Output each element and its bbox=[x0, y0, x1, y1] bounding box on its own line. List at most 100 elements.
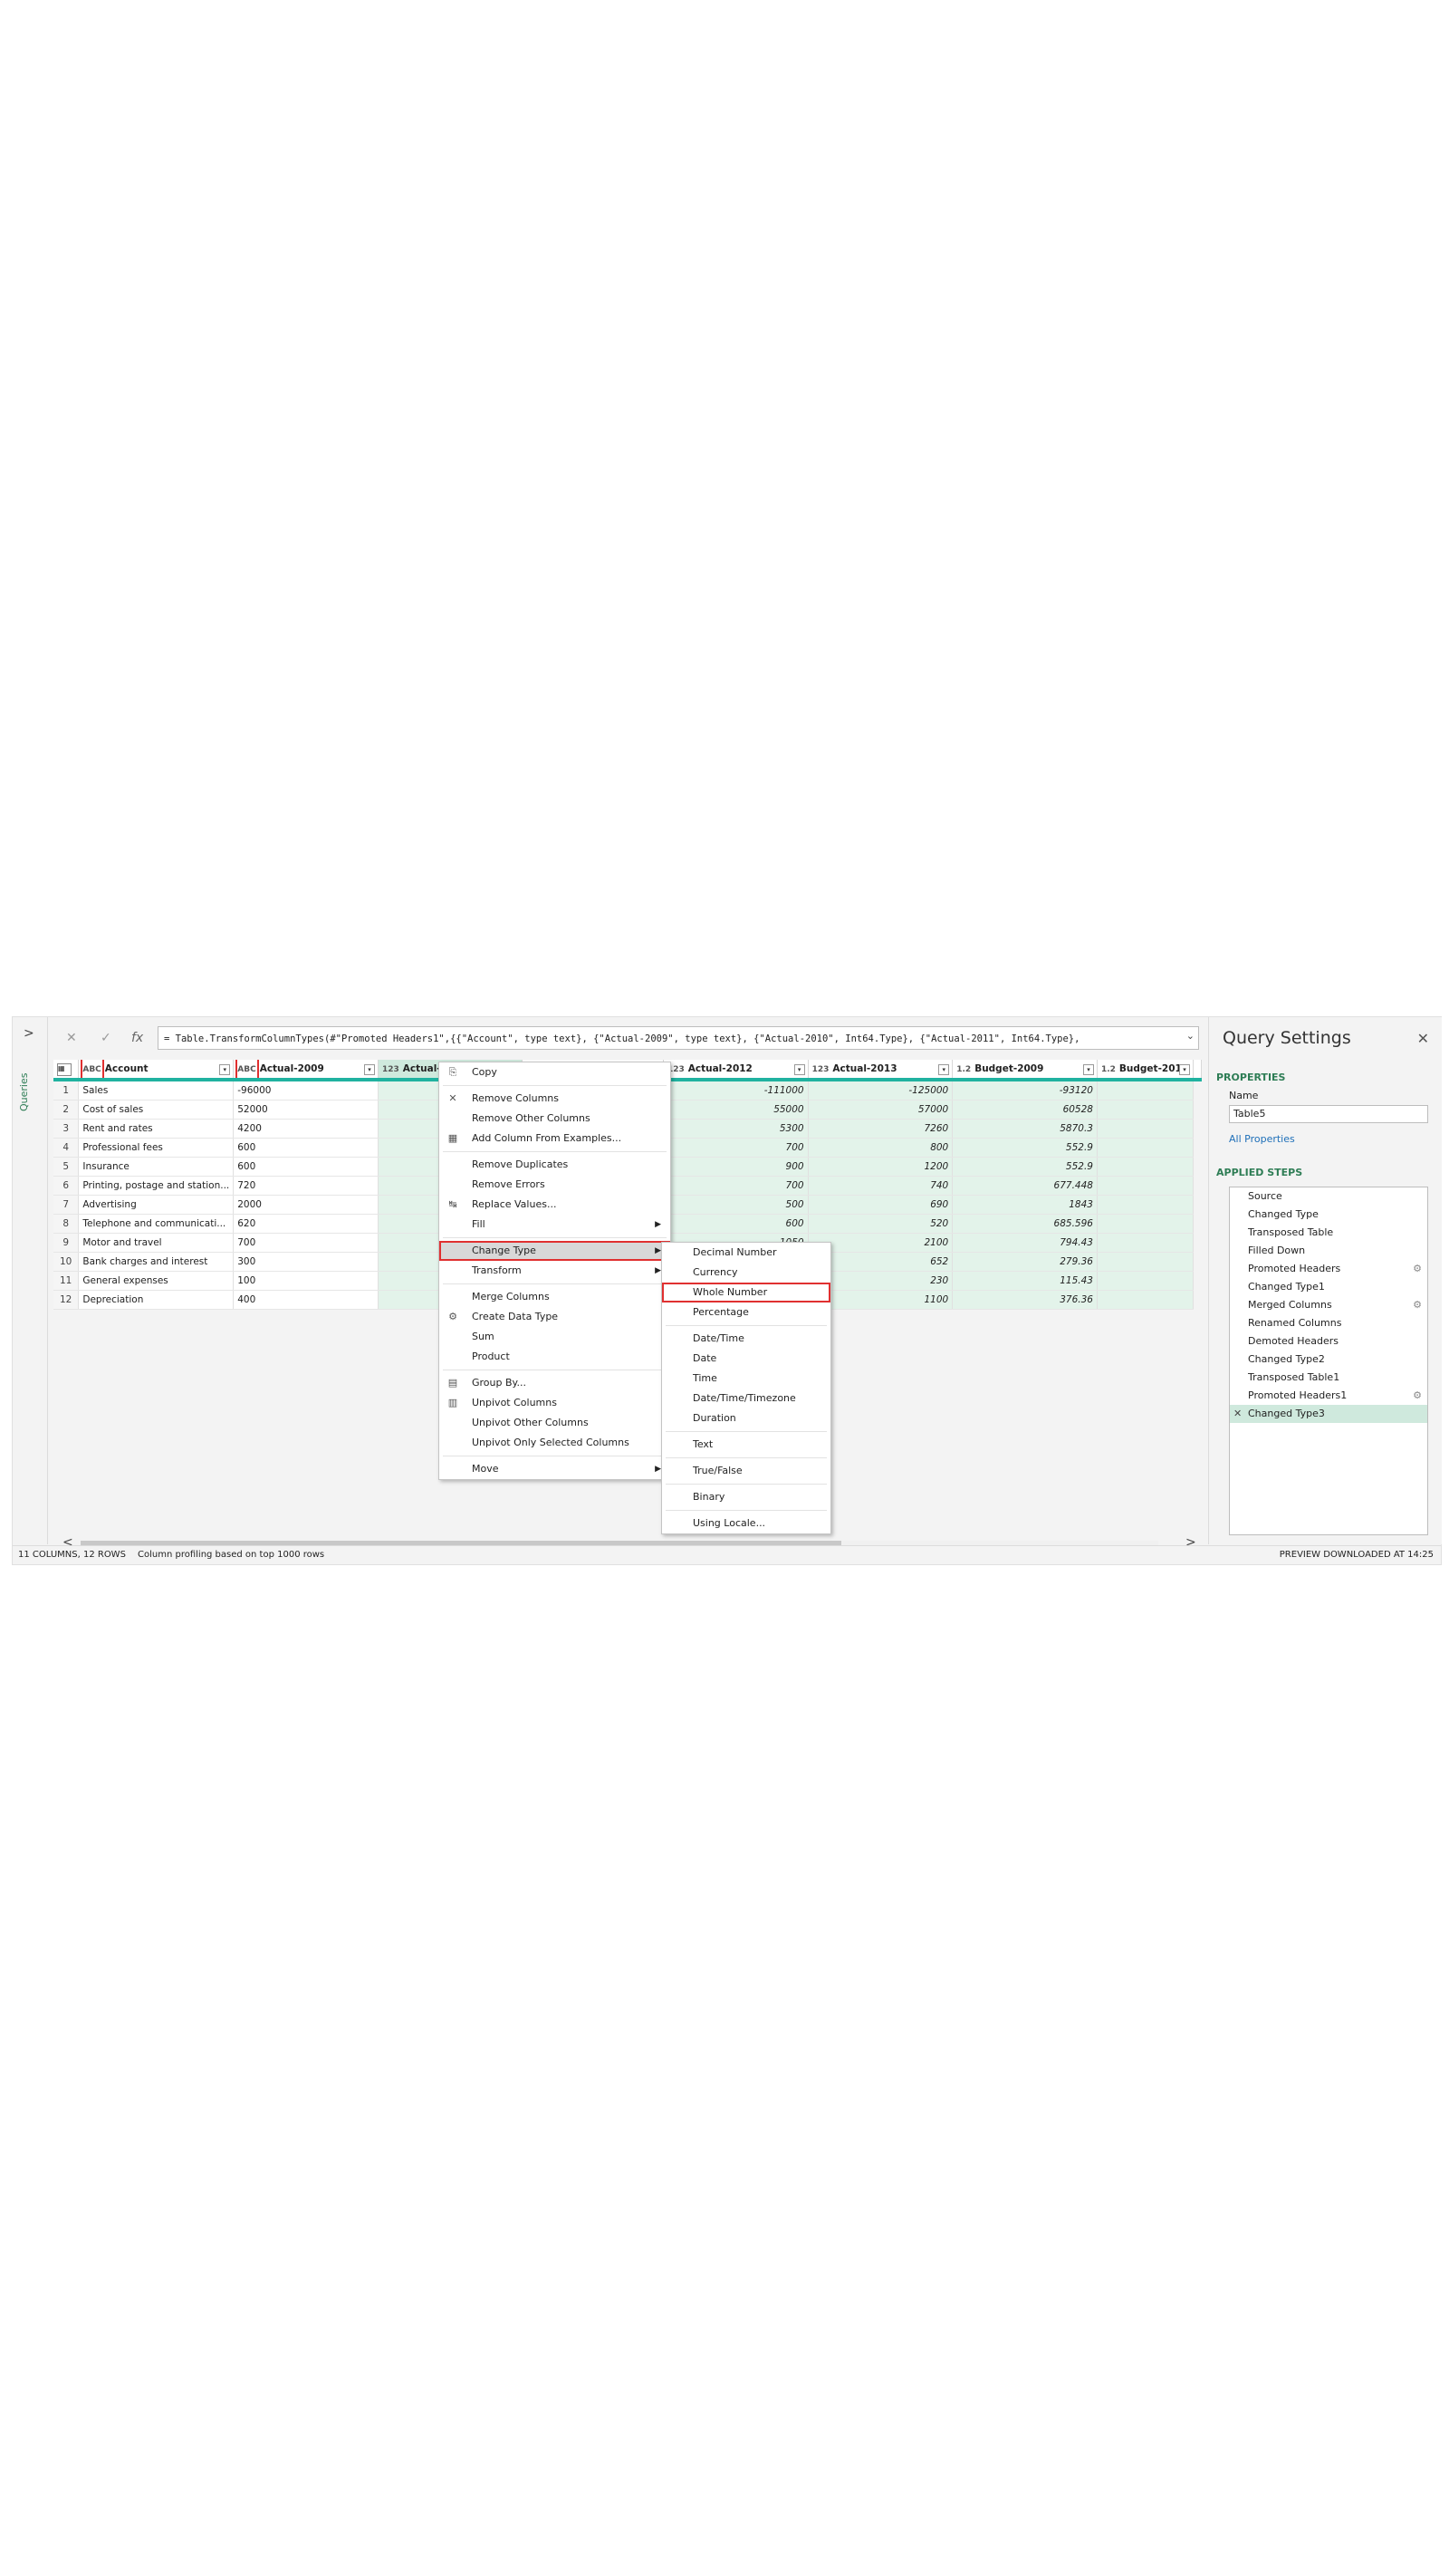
type-menu-item[interactable]: Whole Number bbox=[662, 1283, 830, 1302]
table-cell[interactable]: 720 bbox=[233, 1176, 379, 1196]
data-type-icon[interactable]: 123 bbox=[382, 1065, 399, 1074]
table-cell[interactable]: 400 bbox=[233, 1290, 379, 1310]
filter-dropdown-icon[interactable]: ▾ bbox=[1082, 1064, 1094, 1075]
row-number[interactable]: 8 bbox=[53, 1214, 80, 1234]
menu-item[interactable]: ▤ Group By... bbox=[439, 1373, 670, 1393]
applied-step[interactable]: Promoted Headers ⚙ bbox=[1230, 1260, 1427, 1278]
menu-item[interactable]: Fill ▶ bbox=[439, 1215, 670, 1235]
table-cell[interactable]: Depreciation bbox=[78, 1290, 235, 1310]
table-cell[interactable]: General expenses bbox=[78, 1271, 235, 1291]
applied-step[interactable]: Changed Type2 bbox=[1230, 1350, 1427, 1369]
menu-item[interactable]: Unpivot Only Selected Columns bbox=[439, 1433, 670, 1453]
data-type-icon[interactable]: 1.2 bbox=[956, 1065, 971, 1074]
menu-item[interactable]: Sum bbox=[439, 1327, 670, 1347]
type-menu-item[interactable]: Using Locale... bbox=[662, 1514, 830, 1533]
type-menu-item[interactable]: True/False bbox=[662, 1461, 830, 1481]
table-cell[interactable]: 5300 bbox=[663, 1119, 809, 1139]
table-cell[interactable]: -125000 bbox=[808, 1080, 954, 1101]
applied-step[interactable]: Source bbox=[1230, 1187, 1427, 1206]
applied-step[interactable]: Transposed Table bbox=[1230, 1224, 1427, 1242]
menu-item[interactable]: Remove Errors bbox=[439, 1175, 670, 1195]
column-header[interactable]: ABC Actual-2009 ▾ bbox=[233, 1060, 379, 1081]
table-cell[interactable]: 690 bbox=[808, 1195, 954, 1215]
close-icon[interactable]: ✕ bbox=[1417, 1030, 1429, 1047]
row-number[interactable]: 9 bbox=[53, 1233, 80, 1253]
filter-dropdown-icon[interactable]: ▾ bbox=[793, 1064, 805, 1075]
table-cell[interactable] bbox=[1097, 1100, 1195, 1120]
applied-step[interactable]: Merged Columns ⚙ bbox=[1230, 1296, 1427, 1314]
table-cell[interactable]: Cost of sales bbox=[78, 1100, 235, 1120]
row-number[interactable]: 6 bbox=[53, 1176, 80, 1196]
table-cell[interactable]: 5870.3 bbox=[952, 1119, 1098, 1139]
applied-step[interactable]: ✕ Changed Type3 bbox=[1230, 1405, 1427, 1423]
applied-step[interactable]: Demoted Headers bbox=[1230, 1332, 1427, 1350]
table-cell[interactable]: 279.36 bbox=[952, 1252, 1098, 1272]
table-cell[interactable]: 620 bbox=[233, 1214, 379, 1234]
table-cell[interactable]: 900 bbox=[663, 1157, 809, 1177]
applied-step[interactable]: Filled Down bbox=[1230, 1242, 1427, 1260]
menu-item[interactable]: ✕ Remove Columns bbox=[439, 1089, 670, 1109]
table-cell[interactable] bbox=[1097, 1271, 1195, 1291]
cancel-formula-icon[interactable]: ✕ bbox=[66, 1031, 77, 1045]
table-cell[interactable]: 376.36 bbox=[952, 1290, 1098, 1310]
table-cell[interactable]: 1200 bbox=[808, 1157, 954, 1177]
applied-step[interactable]: Changed Type bbox=[1230, 1206, 1427, 1224]
table-cell[interactable]: Bank charges and interest bbox=[78, 1252, 235, 1272]
type-menu-item[interactable]: Date/Time/Timezone bbox=[662, 1389, 830, 1408]
table-cell[interactable]: Printing, postage and station... bbox=[78, 1176, 235, 1196]
menu-item[interactable]: Product bbox=[439, 1347, 670, 1367]
menu-item[interactable]: Move ▶ bbox=[439, 1459, 670, 1479]
row-number[interactable]: 10 bbox=[53, 1252, 80, 1272]
menu-item[interactable]: Merge Columns bbox=[439, 1287, 670, 1307]
table-cell[interactable]: Insurance bbox=[78, 1157, 235, 1177]
table-cell[interactable]: 600 bbox=[233, 1138, 379, 1158]
queries-label[interactable]: Queries bbox=[18, 1073, 30, 1111]
gear-icon[interactable]: ⚙ bbox=[1413, 1260, 1422, 1278]
column-header[interactable]: 1.2 Budget-2010 ▾ bbox=[1097, 1060, 1195, 1081]
table-cell[interactable] bbox=[1097, 1080, 1195, 1101]
table-cell[interactable] bbox=[1097, 1157, 1195, 1177]
table-cell[interactable]: -93120 bbox=[952, 1080, 1098, 1101]
table-icon[interactable]: ▦ bbox=[57, 1062, 72, 1076]
table-cell[interactable]: 4200 bbox=[233, 1119, 379, 1139]
menu-item[interactable]: ↹ Replace Values... bbox=[439, 1195, 670, 1215]
table-corner-menu[interactable]: ▦ bbox=[53, 1060, 80, 1081]
table-cell[interactable]: 520 bbox=[808, 1214, 954, 1234]
table-cell[interactable]: 740 bbox=[808, 1176, 954, 1196]
properties-header[interactable]: PROPERTIES bbox=[1216, 1072, 1285, 1083]
row-number[interactable]: 2 bbox=[53, 1100, 80, 1120]
data-type-icon[interactable]: 1.2 bbox=[1101, 1065, 1116, 1074]
table-cell[interactable]: 500 bbox=[663, 1195, 809, 1215]
table-cell[interactable] bbox=[1097, 1290, 1195, 1310]
menu-item[interactable]: Change Type ▶ bbox=[439, 1241, 670, 1261]
table-cell[interactable]: Advertising bbox=[78, 1195, 235, 1215]
expand-formula-icon[interactable]: ⌄ bbox=[1186, 1030, 1195, 1042]
gear-icon[interactable]: ⚙ bbox=[1413, 1296, 1422, 1314]
column-header[interactable]: ABC Account ▾ bbox=[78, 1060, 235, 1081]
table-cell[interactable]: 1843 bbox=[952, 1195, 1098, 1215]
type-menu-item[interactable]: Date/Time bbox=[662, 1329, 830, 1349]
row-number[interactable]: 7 bbox=[53, 1195, 80, 1215]
table-cell[interactable]: 300 bbox=[233, 1252, 379, 1272]
table-cell[interactable]: 700 bbox=[663, 1176, 809, 1196]
type-menu-item[interactable]: Text bbox=[662, 1435, 830, 1455]
table-cell[interactable]: 55000 bbox=[663, 1100, 809, 1120]
row-number[interactable]: 12 bbox=[53, 1290, 80, 1310]
table-cell[interactable]: 57000 bbox=[808, 1100, 954, 1120]
filter-dropdown-icon[interactable]: ▾ bbox=[1179, 1064, 1190, 1075]
menu-item[interactable]: Unpivot Other Columns bbox=[439, 1413, 670, 1433]
table-cell[interactable]: 100 bbox=[233, 1271, 379, 1291]
table-cell[interactable]: 700 bbox=[233, 1233, 379, 1253]
row-number[interactable]: 4 bbox=[53, 1138, 80, 1158]
table-cell[interactable] bbox=[1097, 1252, 1195, 1272]
table-cell[interactable]: 552.9 bbox=[952, 1157, 1098, 1177]
menu-item[interactable]: ⎘ Copy bbox=[439, 1062, 670, 1082]
table-cell[interactable] bbox=[1097, 1176, 1195, 1196]
applied-steps-header[interactable]: APPLIED STEPS bbox=[1216, 1167, 1302, 1178]
applied-step[interactable]: Promoted Headers1 ⚙ bbox=[1230, 1387, 1427, 1405]
table-cell[interactable] bbox=[1097, 1233, 1195, 1253]
table-cell[interactable]: -111000 bbox=[663, 1080, 809, 1101]
table-cell[interactable]: 600 bbox=[233, 1157, 379, 1177]
filter-dropdown-icon[interactable]: ▾ bbox=[363, 1064, 375, 1075]
menu-item[interactable]: ▦ Add Column From Examples... bbox=[439, 1129, 670, 1149]
